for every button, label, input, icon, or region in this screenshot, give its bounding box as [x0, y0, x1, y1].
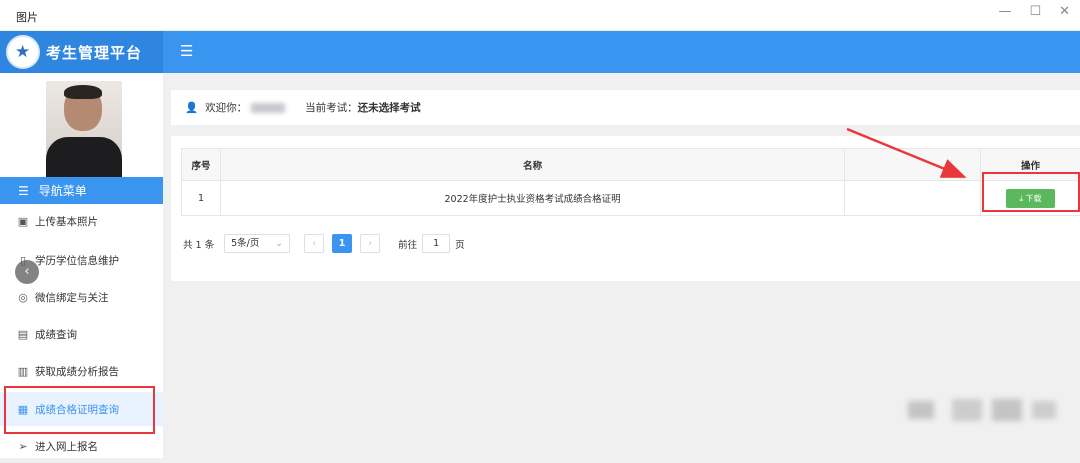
annotation-arrow-icon	[0, 0, 1080, 458]
watermark	[908, 395, 1060, 425]
